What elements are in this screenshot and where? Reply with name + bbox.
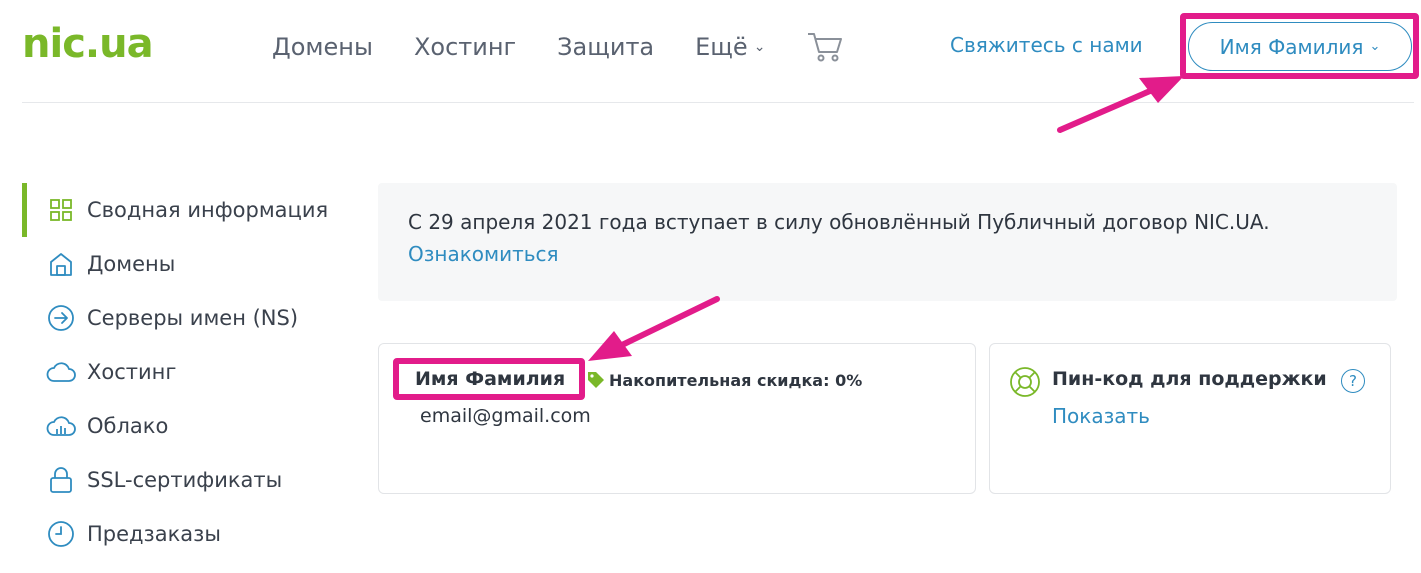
- highlight-box-user-menu: [1180, 13, 1419, 79]
- pin-title: Пин-код для поддержки: [1052, 368, 1327, 390]
- sidebar-item-preorders[interactable]: Предзаказы: [22, 507, 352, 561]
- nav-more[interactable]: Ещё ⌄: [695, 33, 765, 61]
- sidebar-item-label: Домены: [87, 252, 176, 276]
- sidebar-item-label: SSL-сертификаты: [87, 468, 283, 492]
- sidebar-item-domains[interactable]: Домены: [22, 237, 352, 291]
- cloud-icon: [46, 357, 76, 387]
- sidebar-item-nameservers[interactable]: Серверы имен (NS): [22, 291, 352, 345]
- sidebar-item-hosting[interactable]: Хостинг: [22, 345, 352, 399]
- header-divider: [22, 102, 1414, 103]
- lifebuoy-icon: [1010, 367, 1040, 397]
- nav-domains[interactable]: Домены: [272, 33, 373, 61]
- nav-security[interactable]: Защита: [557, 33, 654, 61]
- lock-icon: [46, 465, 76, 495]
- sidebar-item-ssl[interactable]: SSL-сертификаты: [22, 453, 352, 507]
- home-icon: [46, 249, 76, 279]
- sidebar-item-cloud[interactable]: Облако: [22, 399, 352, 453]
- notice-banner: С 29 апреля 2021 года вступает в силу об…: [378, 183, 1397, 301]
- arrow-circle-icon: [46, 303, 76, 333]
- notice-text: С 29 апреля 2021 года вступает в силу об…: [408, 210, 1270, 234]
- grid-icon: [46, 195, 76, 225]
- nav-domains-label: Домены: [272, 33, 373, 61]
- account-email: email@gmail.com: [420, 405, 591, 427]
- discount-label: Накопительная скидка: 0%: [609, 371, 863, 390]
- sidebar-item-label: Сводная информация: [87, 198, 329, 222]
- sidebar-item-label: Серверы имен (NS): [87, 306, 299, 330]
- main-nav: Домены Хостинг Защита Ещё ⌄: [272, 28, 844, 66]
- contact-link[interactable]: Свяжитесь с нами: [950, 33, 1143, 57]
- cart-icon[interactable]: [806, 30, 844, 64]
- notice-read-link[interactable]: Ознакомиться: [408, 239, 559, 269]
- support-pin-card: Пин-код для поддержки ? Показать: [989, 343, 1391, 494]
- logo[interactable]: nic.ua: [22, 20, 154, 68]
- nav-hosting-label: Хостинг: [413, 33, 517, 61]
- cloud-chart-icon: [46, 411, 76, 441]
- clock-icon: [46, 519, 76, 549]
- highlight-box-account-name: [393, 358, 585, 400]
- help-icon[interactable]: ?: [1341, 369, 1365, 393]
- arrow-to-user-menu: [1057, 76, 1184, 133]
- sidebar-item-label: Облако: [87, 414, 169, 438]
- sidebar-item-label: Хостинг: [87, 360, 177, 384]
- chevron-down-icon: ⌄: [753, 39, 766, 55]
- nav-security-label: Защита: [557, 33, 655, 61]
- sidebar-item-summary[interactable]: Сводная информация: [22, 183, 352, 237]
- nav-hosting[interactable]: Хостинг: [414, 33, 516, 61]
- sidebar: Сводная информация Домены Серверы имен (…: [22, 183, 352, 561]
- sidebar-item-label: Предзаказы: [87, 522, 221, 546]
- tag-icon: [588, 372, 604, 388]
- nav-more-label: Ещё: [695, 33, 748, 61]
- show-pin-link[interactable]: Показать: [1052, 404, 1150, 428]
